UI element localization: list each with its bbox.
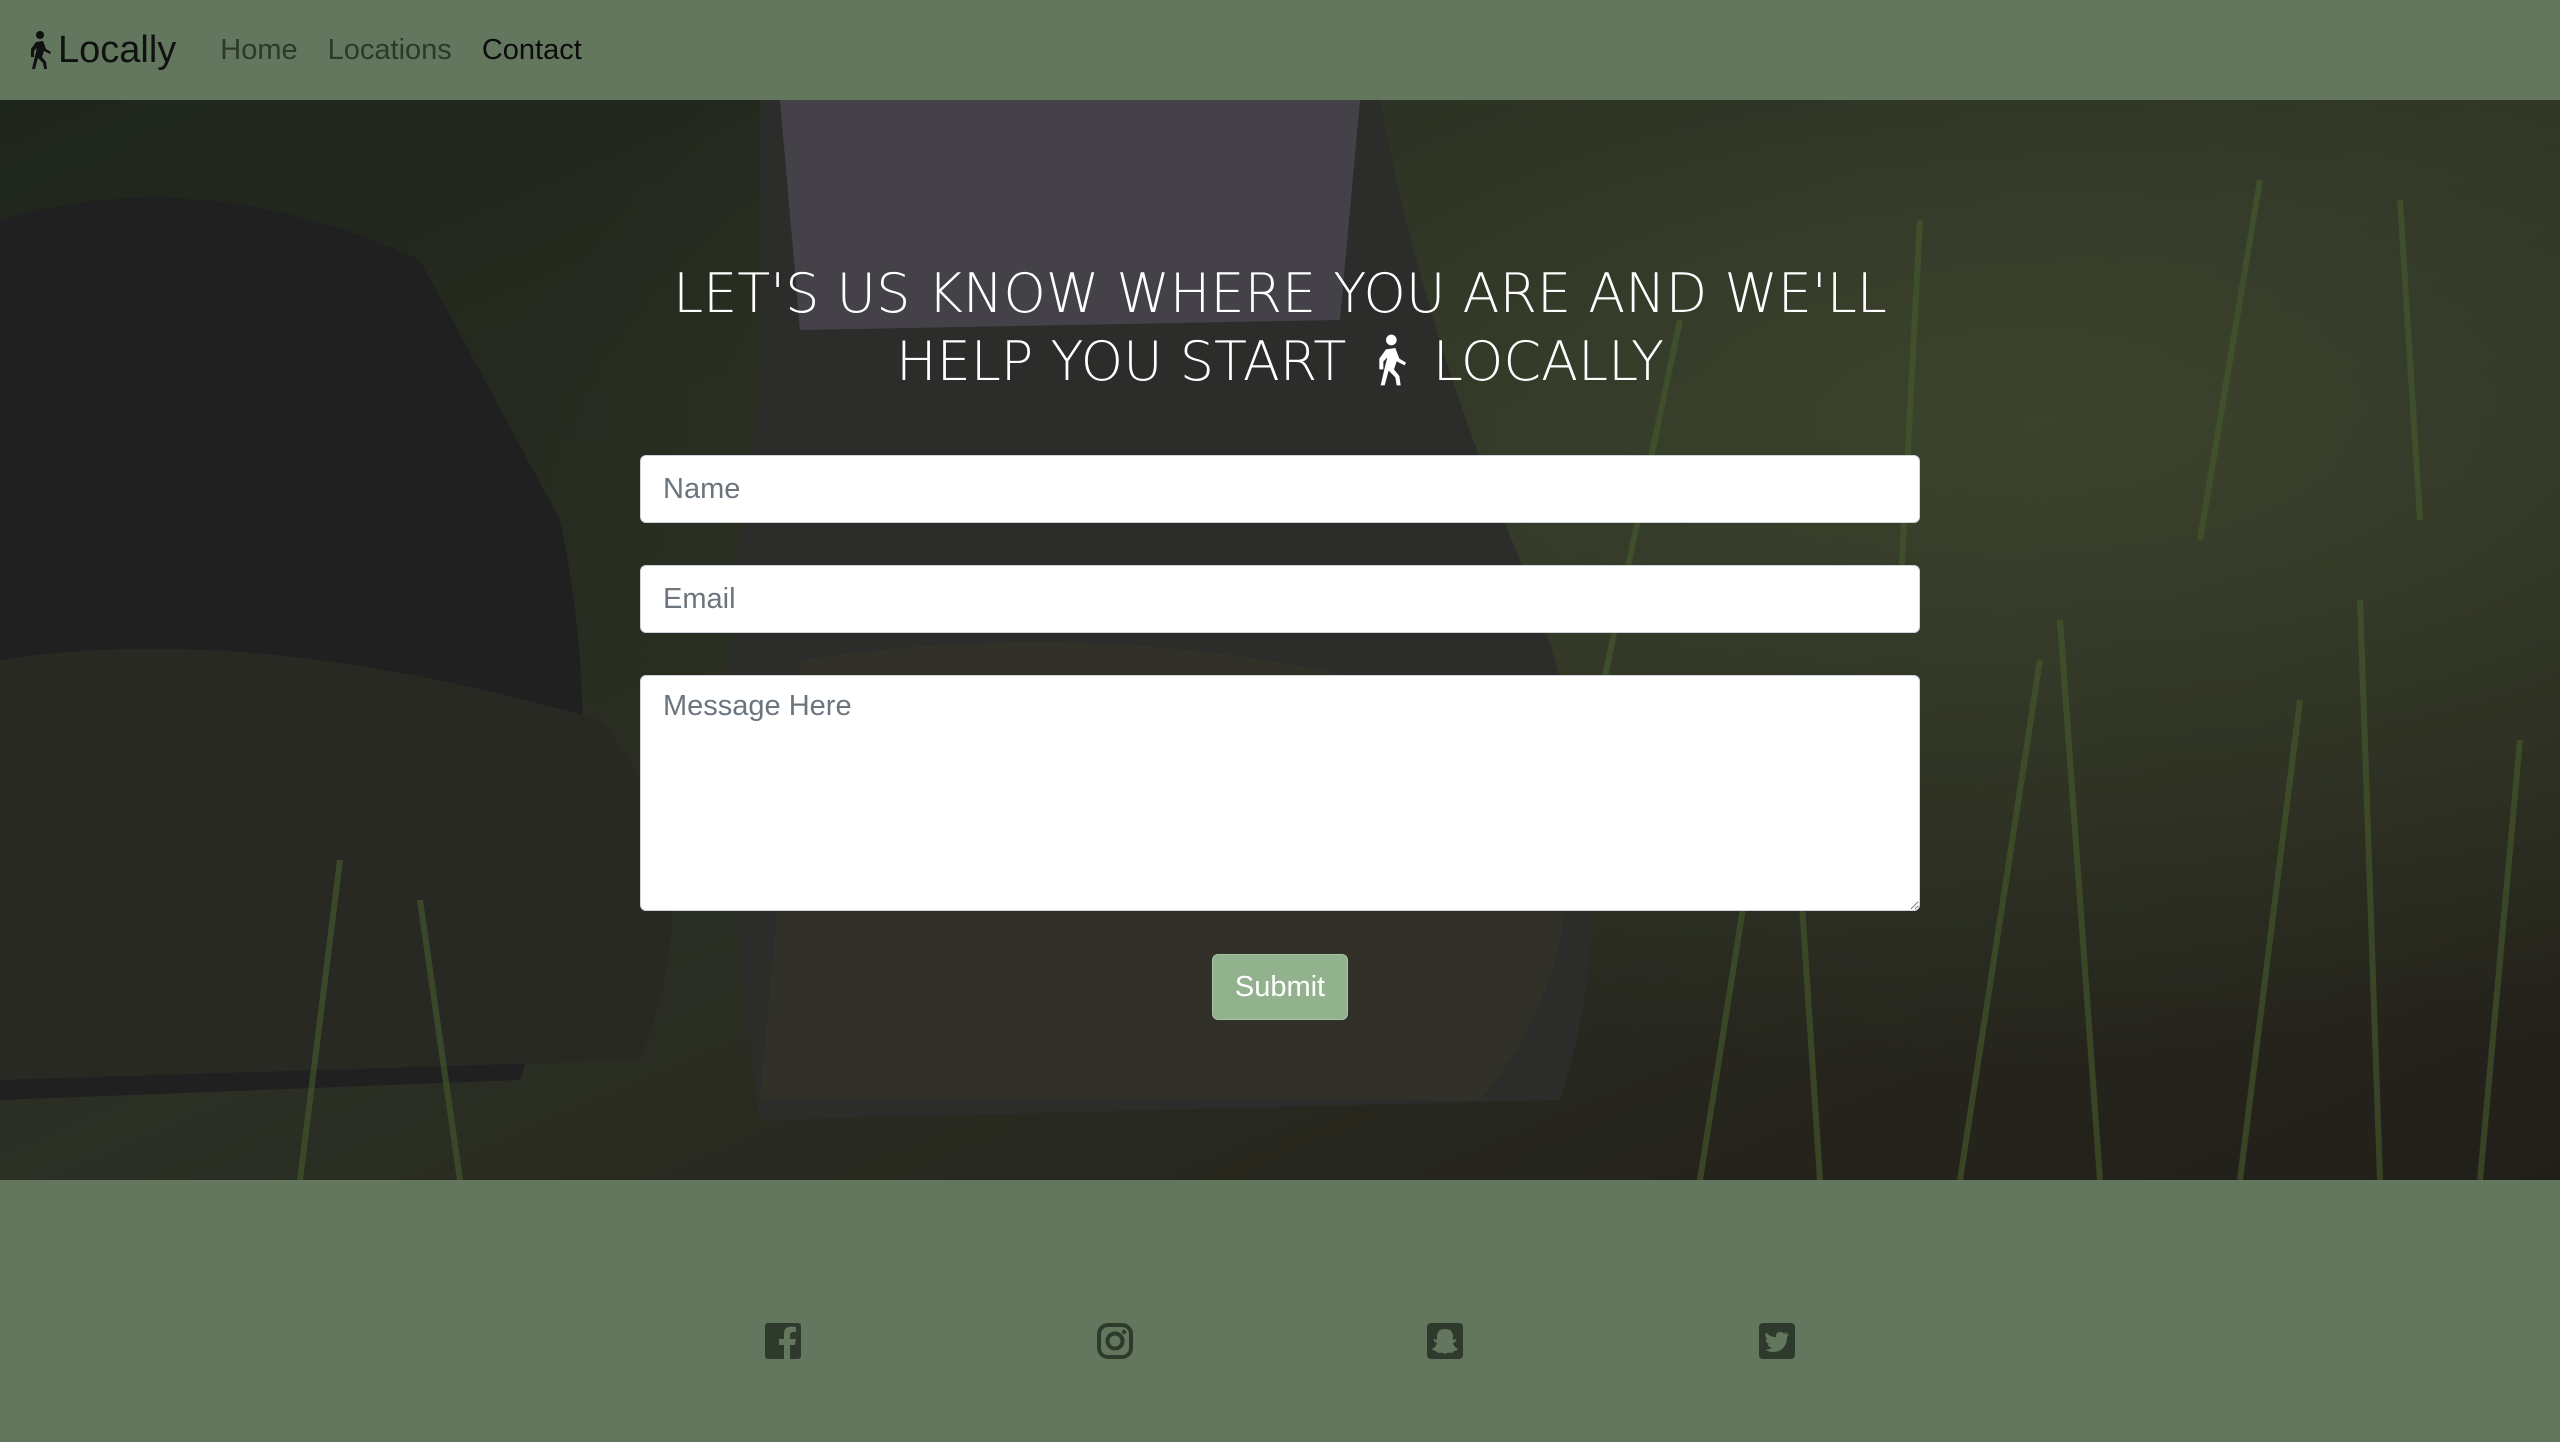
walking-person-icon [1370,332,1410,388]
hero-section: LET'S US KNOW WHERE YOU ARE AND WE'LL HE… [0,100,2560,1180]
message-textarea[interactable] [640,675,1920,911]
headline-line-1: LET'S US KNOW WHERE YOU ARE AND WE'LL [673,262,1887,325]
submit-button[interactable]: Submit [1212,954,1348,1020]
nav-link-home[interactable]: Home [220,34,297,67]
brand-name: Locally [58,28,177,71]
email-input[interactable] [640,565,1920,633]
headline-line-2-start: HELP YOU START [896,330,1347,393]
twitter-icon[interactable] [1758,1322,1796,1360]
nav-link-contact[interactable]: Contact [482,34,582,67]
brand-link[interactable]: Locally [24,29,176,72]
nav-link-locations[interactable]: Locations [328,34,452,67]
headline-line-2-end: LOCALLY [1432,330,1664,393]
contact-form-container: LET'S US KNOW WHERE YOU ARE AND WE'LL HE… [0,100,2560,1180]
footer [0,1180,2560,1442]
name-input[interactable] [640,455,1920,523]
headline-line-2: HELP YOU START LOCALLY [0,328,2560,396]
facebook-icon[interactable] [764,1322,802,1360]
navbar: Locally Home Locations Contact [0,0,2560,100]
walking-person-icon [24,30,54,70]
snapchat-icon[interactable] [1426,1322,1464,1360]
instagram-icon[interactable] [1096,1322,1134,1360]
page-headline: LET'S US KNOW WHERE YOU ARE AND WE'LL HE… [0,260,2560,396]
